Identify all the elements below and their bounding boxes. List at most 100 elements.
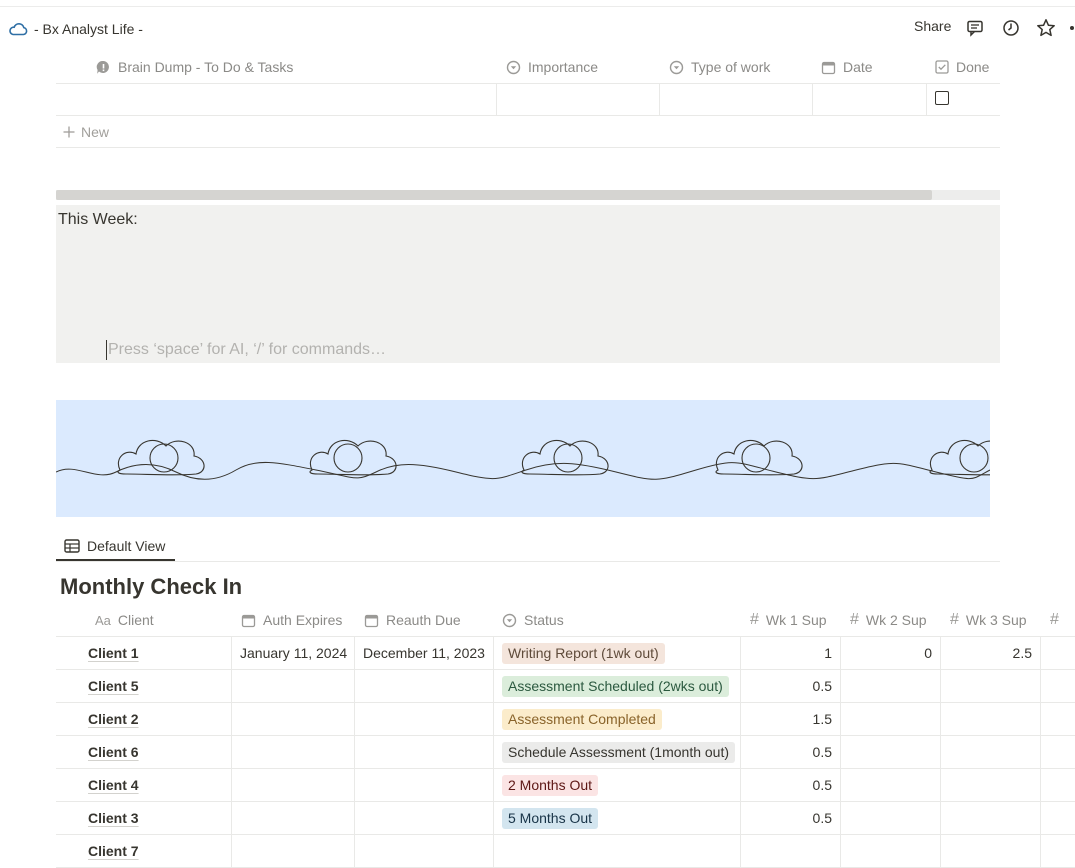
share-button[interactable]: Share (914, 18, 951, 34)
callout-title[interactable]: This Week: (58, 211, 138, 229)
column-header-truncated[interactable]: # (1050, 609, 1059, 631)
column-header-label: Wk 1 Sup (765, 612, 827, 628)
column-header-status[interactable]: Status (502, 609, 564, 631)
column-divider (812, 84, 813, 115)
reauth-due-cell[interactable]: December 11, 2023 (363, 645, 485, 661)
plus-icon (63, 126, 75, 138)
column-header-type-of-work[interactable]: Type of work (669, 56, 770, 78)
column-divider (1040, 736, 1041, 769)
status-badge[interactable]: 5 Months Out (502, 808, 599, 829)
auth-expires-cell[interactable]: January 11, 2024 (240, 645, 347, 661)
tab-label: Default View (87, 538, 166, 554)
status-badge[interactable]: Writing Report (1wk out) (502, 643, 665, 664)
select-property-icon (506, 60, 521, 74)
calendar-icon (821, 61, 836, 74)
column-divider (231, 802, 232, 835)
clock-icon[interactable] (1000, 17, 1022, 39)
client-name[interactable]: Client 6 (88, 744, 139, 760)
column-header-wk2-sup[interactable]: # Wk 2 Sup (850, 609, 927, 631)
comment-icon[interactable] (964, 17, 986, 39)
column-divider (231, 769, 232, 802)
table-row[interactable] (56, 835, 1075, 868)
column-header-wk1-sup[interactable]: # Wk 1 Sup (750, 609, 827, 631)
column-header-label: Auth Expires (263, 612, 343, 628)
client-name[interactable]: Client 7 (88, 843, 139, 859)
column-header-date[interactable]: Date (821, 56, 873, 78)
column-divider (740, 670, 741, 703)
breadcrumb[interactable]: - Bx Analyst Life - (8, 18, 143, 40)
column-divider (493, 736, 494, 769)
row-divider (56, 83, 1000, 84)
column-divider (354, 637, 355, 670)
column-divider (1040, 835, 1041, 868)
tab-default-view[interactable]: Default View (56, 532, 173, 560)
column-divider (493, 769, 494, 802)
column-header-reauth-due[interactable]: Reauth Due (364, 609, 461, 631)
wk1-sup-cell[interactable]: 0.5 (772, 744, 832, 760)
status-badge[interactable]: 2 Months Out (502, 775, 599, 796)
new-row-button[interactable]: New (63, 124, 109, 140)
done-checkbox[interactable] (935, 91, 949, 105)
wk1-sup-cell[interactable]: 0.5 (772, 678, 832, 694)
star-icon[interactable] (1035, 17, 1057, 39)
breadcrumb-title[interactable]: - Bx Analyst Life - (34, 21, 143, 37)
column-divider (496, 84, 497, 115)
column-divider (231, 835, 232, 868)
column-header-importance[interactable]: Importance (506, 56, 598, 78)
horizontal-scrollbar-thumb[interactable] (56, 190, 932, 200)
select-property-icon (669, 60, 684, 74)
column-divider (354, 802, 355, 835)
client-name[interactable]: Client 5 (88, 678, 139, 694)
text-property-icon: Aa (95, 612, 111, 628)
column-divider (940, 703, 941, 736)
wk1-sup-cell[interactable]: 0.5 (772, 810, 832, 826)
column-divider (1040, 637, 1041, 670)
column-divider (840, 703, 841, 736)
wk1-sup-cell[interactable]: 0.5 (772, 777, 832, 793)
wk1-sup-cell[interactable]: 1.5 (772, 711, 832, 727)
column-divider (940, 769, 941, 802)
column-divider (940, 736, 941, 769)
column-header-done[interactable]: Done (935, 56, 989, 78)
status-badge[interactable]: Assessment Scheduled (2wks out) (502, 676, 729, 697)
column-divider (840, 670, 841, 703)
cloud-doodle-banner (56, 400, 990, 517)
wk2-sup-cell[interactable]: 0 (872, 645, 932, 661)
status-property-icon (502, 613, 517, 627)
column-header-brain-dump[interactable]: Brain Dump - To Do & Tasks (96, 56, 293, 78)
status-badge[interactable]: Assessment Completed (502, 709, 662, 730)
column-divider (940, 802, 941, 835)
column-divider (354, 670, 355, 703)
column-divider (354, 703, 355, 736)
column-divider (1040, 670, 1041, 703)
column-header-wk3-sup[interactable]: # Wk 3 Sup (950, 609, 1027, 631)
database-title[interactable]: Monthly Check In (60, 574, 242, 600)
callout-text-input[interactable]: Press ‘space’ for AI, ‘/’ for commands… (106, 340, 386, 360)
column-divider (740, 802, 741, 835)
column-divider (354, 736, 355, 769)
client-name[interactable]: Client 4 (88, 777, 139, 793)
wk1-sup-cell[interactable]: 1 (772, 645, 832, 661)
column-divider (493, 637, 494, 670)
column-divider (940, 670, 941, 703)
column-header-label: Status (524, 612, 564, 628)
title-property-icon (96, 60, 109, 74)
client-name[interactable]: Client 1 (88, 645, 139, 661)
column-divider (1040, 769, 1041, 802)
table-view-icon (64, 539, 80, 553)
column-header-auth-expires[interactable]: Auth Expires (241, 609, 342, 631)
column-divider (659, 84, 660, 115)
column-divider (231, 736, 232, 769)
column-divider (740, 637, 741, 670)
client-name[interactable]: Client 3 (88, 810, 139, 826)
column-header-label: Done (956, 59, 990, 75)
column-header-client[interactable]: Aa Client (95, 609, 154, 631)
wk3-sup-cell[interactable]: 2.5 (972, 645, 1032, 661)
cloud-icon (9, 23, 28, 36)
status-badge[interactable]: Schedule Assessment (1month out) (502, 742, 736, 763)
client-name[interactable]: Client 2 (88, 711, 139, 727)
column-header-label: Date (843, 59, 873, 75)
more-icon[interactable] (1063, 17, 1075, 39)
cloud-doodle-drawing (56, 439, 990, 480)
column-divider (940, 637, 941, 670)
